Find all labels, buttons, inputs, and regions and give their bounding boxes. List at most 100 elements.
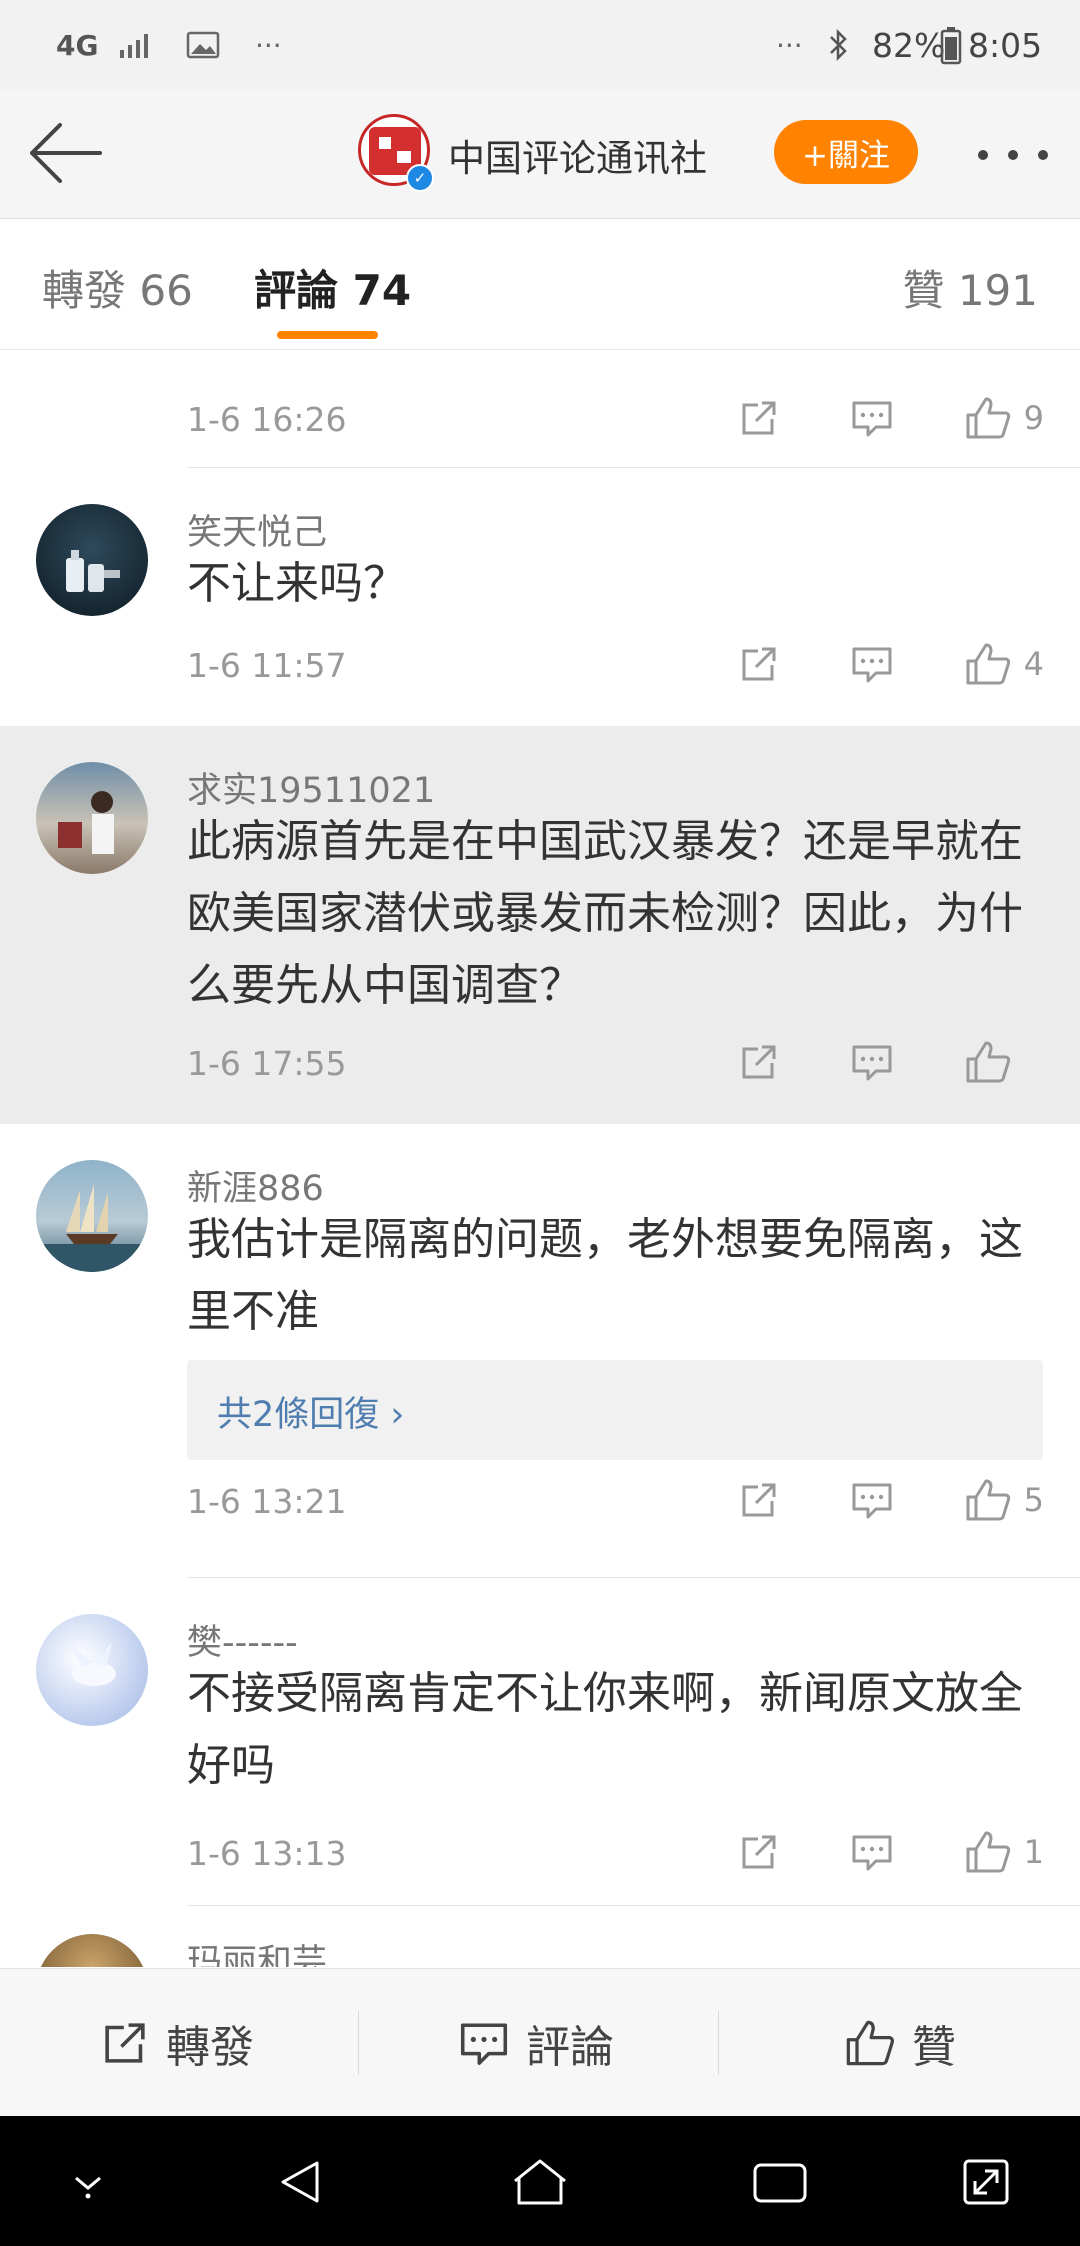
reply-button[interactable]: [850, 643, 894, 685]
comment-text: 我估计是隔离的问题，老外想要免隔离，这里不准: [187, 1214, 1023, 1337]
comment-icon: [852, 1045, 892, 1081]
comment-actions: 4: [738, 634, 1044, 694]
like-button[interactable]: 1: [964, 1829, 1044, 1875]
comment-text: 此病源首先是在中国武汉暴发？还是早就在欧美国家潜伏或暴发而未检测？因此，为什么要…: [187, 816, 1023, 1011]
dot-icon: [1008, 150, 1018, 160]
like-button[interactable]: [964, 1039, 1044, 1085]
user-avatar[interactable]: [36, 1160, 148, 1272]
like-button[interactable]: 5: [964, 1477, 1044, 1523]
like-button[interactable]: 4: [964, 641, 1044, 687]
comment-button[interactable]: 評論: [458, 1969, 614, 2117]
share-icon: [742, 1835, 776, 1869]
reply-button[interactable]: [850, 1041, 894, 1083]
more-options-button[interactable]: [978, 130, 1048, 180]
separator: [358, 2011, 359, 2075]
battery-icon: [940, 0, 962, 90]
thumbs-up-icon: [846, 2020, 895, 2066]
account-name[interactable]: 中国评论通讯社: [448, 128, 707, 182]
share-icon: [105, 2023, 145, 2063]
reply-button[interactable]: [850, 397, 894, 439]
winged-horse-icon: [70, 1642, 116, 1686]
separator: [718, 2011, 719, 2075]
user-avatar[interactable]: [36, 1934, 148, 1967]
reply-button[interactable]: [850, 1479, 894, 1521]
user-avatar[interactable]: [36, 762, 148, 874]
forward-button[interactable]: 轉發: [100, 1969, 254, 2117]
comment-icon: [852, 647, 892, 683]
network-indicator: 4G: [56, 28, 99, 62]
user-avatar[interactable]: [36, 504, 148, 616]
comment-icon: [852, 401, 892, 437]
comment-item: 玛丽和芸: [0, 1906, 1080, 1967]
tab-forward[interactable]: 轉發 66: [42, 257, 193, 318]
thumbs-up-icon: [966, 1831, 1010, 1873]
comment-icon: [460, 2023, 508, 2065]
triangle-back-icon: [281, 2161, 319, 2203]
nav-recent-apps-button[interactable]: [742, 2144, 818, 2220]
share-button[interactable]: [738, 1831, 780, 1873]
chevron-down-icon: [75, 2176, 101, 2199]
share-icon: [742, 1045, 776, 1079]
comment-time: 1-6 17:55: [187, 1044, 347, 1083]
follow-button[interactable]: +關注: [774, 120, 918, 184]
nav-home-button[interactable]: [502, 2144, 578, 2220]
more-notifications-icon: ···: [255, 28, 282, 62]
tab-like[interactable]: 贊 191: [902, 257, 1038, 318]
comment-actions: 9: [738, 388, 1044, 448]
forward-label: 轉發: [166, 2022, 254, 2073]
like-count: 5: [1023, 1481, 1044, 1519]
share-button[interactable]: [738, 397, 780, 439]
thumbs-up-icon: [966, 397, 1010, 439]
sailing-ship-icon: [36, 1184, 148, 1272]
dot-icon: [978, 150, 988, 160]
back-button[interactable]: [26, 118, 106, 188]
comment-actions: 5: [738, 1470, 1044, 1530]
like-post-button[interactable]: 贊: [844, 1969, 956, 2117]
comment-item-highlighted: 求实19511021 此病源首先是在中国武汉暴发？还是早就在欧美国家潜伏或暴发而…: [0, 726, 1080, 1124]
share-icon: [742, 647, 776, 681]
like-button[interactable]: 9: [964, 395, 1044, 441]
reply-button[interactable]: [850, 1831, 894, 1873]
like-label: 贊: [912, 2022, 956, 2073]
comment-item: 樊------ 不接受隔离肯定不让你来啊，新闻原文放全好吗 1-6 13:13 …: [0, 1578, 1080, 1908]
thumbs-up-icon: [966, 1041, 1011, 1083]
verified-badge-icon: ✓: [406, 164, 434, 192]
replies-preview[interactable]: 共2條回復 ›: [187, 1360, 1043, 1460]
clock: 8:05: [968, 25, 1043, 65]
view-replies-link[interactable]: 共2條回復 ›: [217, 1386, 404, 1437]
nav-hide-keyboard-button[interactable]: [50, 2144, 126, 2220]
status-bar: 4G ··· ··· 82% 8:05: [0, 0, 1080, 90]
comment-item: 新涯886 我估计是隔离的问题，老外想要免隔离，这里不准 共2條回復 › 1-6…: [0, 1124, 1080, 1560]
active-tab-indicator: [277, 331, 378, 339]
nav-expand-button[interactable]: [948, 2144, 1024, 2220]
comment-time: 1-6 16:26: [187, 400, 347, 439]
thumbs-up-icon: [966, 643, 1010, 685]
dot-icon: [1038, 150, 1048, 160]
person-photo-icon: [58, 791, 114, 854]
header: ✓ 中国评论通讯社 +關注: [0, 90, 1080, 219]
share-icon: [742, 401, 776, 435]
commenter-name[interactable]: 玛丽和芸: [187, 1934, 327, 1967]
comment-time: 1-6 13:13: [187, 1834, 347, 1873]
back-arrow-icon: [30, 123, 102, 183]
comment-label: 評論: [526, 2022, 614, 2073]
more-status-icon: ···: [776, 28, 803, 62]
share-icon: [742, 1483, 776, 1517]
comment-time: 1-6 11:57: [187, 646, 347, 685]
user-avatar[interactable]: [36, 1614, 148, 1726]
comment-actions: [738, 1032, 1044, 1092]
share-button[interactable]: [738, 1041, 780, 1083]
nav-back-button[interactable]: [262, 2144, 338, 2220]
image-notification-icon: [186, 0, 220, 90]
share-button[interactable]: [738, 643, 780, 685]
battery-percent: 82%: [872, 25, 946, 65]
system-navigation-bar: [0, 2116, 1080, 2246]
bottom-action-bar: 轉發 評論 贊: [0, 1968, 1080, 2117]
signal-icon: [118, 0, 158, 90]
share-button[interactable]: [738, 1479, 780, 1521]
tab-bar: 轉發 66 評論 74 贊 191: [0, 219, 1080, 350]
tab-comment[interactable]: 評論 74: [254, 257, 411, 318]
comment-actions: 1: [738, 1822, 1044, 1882]
bluetooth-icon: [826, 0, 852, 90]
comment-list[interactable]: 1-6 16:26 9 笑天悦己 不让来吗？ 1-6 11:57 4 求实195…: [0, 350, 1080, 1967]
